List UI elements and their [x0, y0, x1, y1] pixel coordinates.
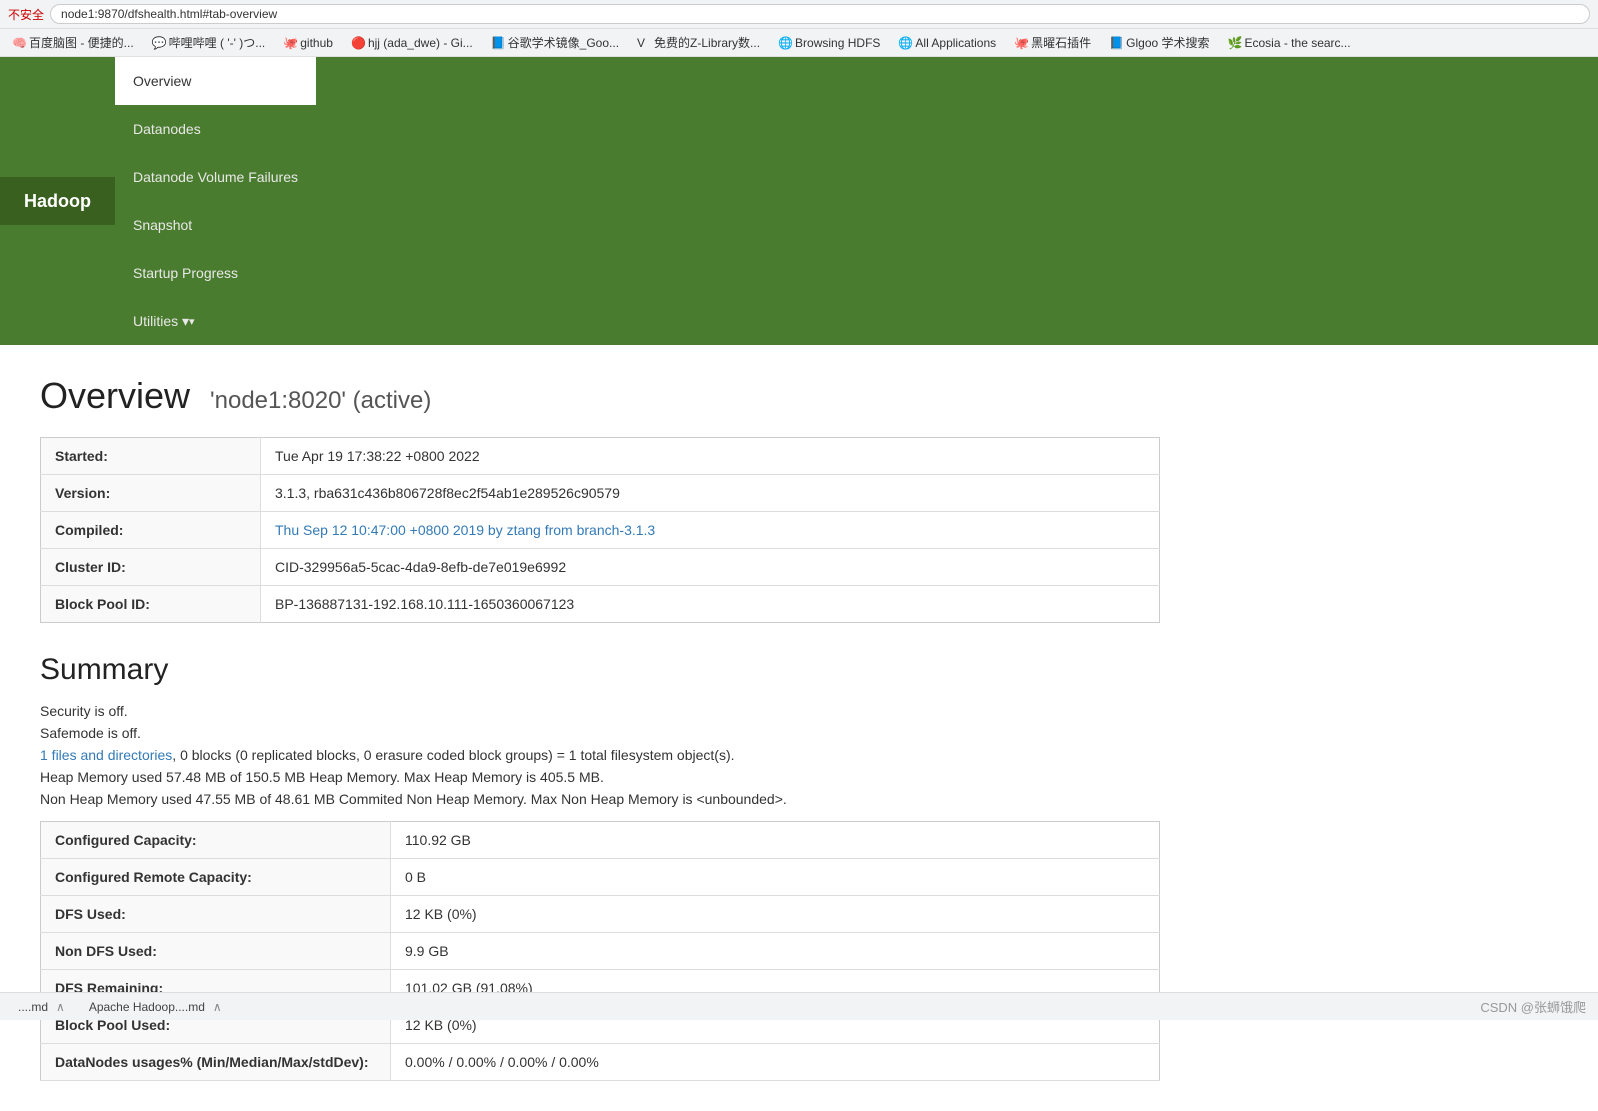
bookmark-label: 哔哩哔哩 ( '-' )つ...	[169, 34, 266, 51]
bookmark-item[interactable]: 🧠百度脑图 - 便捷的...	[8, 32, 138, 53]
bookmark-item[interactable]: 💬哔哩哔哩 ( '-' )つ...	[148, 32, 270, 53]
bookmark-label: 免费的Z-Library数...	[654, 34, 760, 51]
info-value: Tue Apr 19 17:38:22 +0800 2022	[261, 438, 1160, 475]
bookmark-icon: 🌐	[898, 36, 912, 50]
bookmark-label: Glgoo 学术搜索	[1126, 34, 1209, 51]
info-row: Started:Tue Apr 19 17:38:22 +0800 2022	[41, 438, 1160, 475]
bottom-tab[interactable]: Apache Hadoop....md ∧	[83, 998, 228, 1016]
info-label: Version:	[41, 475, 261, 512]
summary-value: 12 KB (0%)	[391, 896, 1160, 933]
bookmark-icon: 📘	[1109, 36, 1123, 50]
summary-label: DataNodes usages% (Min/Median/Max/stdDev…	[41, 1044, 391, 1081]
bottom-tabs: ....md ∧ Apache Hadoop....md ∧	[12, 998, 228, 1016]
info-label: Started:	[41, 438, 261, 475]
info-link[interactable]: Thu Sep 12 10:47:00 +0800 2019 by ztang …	[275, 522, 655, 538]
bookmark-icon: 🔴	[351, 36, 365, 50]
summary-value: 9.9 GB	[391, 933, 1160, 970]
bookmark-item[interactable]: 🌐All Applications	[894, 34, 1000, 52]
bookmark-label: hjj (ada_dwe) - Gi...	[368, 36, 473, 50]
bookmark-label: All Applications	[915, 36, 996, 50]
summary-value: 110.92 GB	[391, 822, 1160, 859]
bookmark-icon: 🌿	[1228, 36, 1242, 50]
bookmark-icon: V	[637, 36, 651, 50]
nav-item-utilities[interactable]: Utilities ▾	[115, 297, 316, 345]
bottom-right-text: CSDN @张蛳饿爬	[1480, 997, 1586, 1016]
summary-row: Configured Capacity:110.92 GB	[41, 822, 1160, 859]
nav-items: OverviewDatanodesDatanode Volume Failure…	[115, 57, 316, 345]
bookmarks-bar: 🧠百度脑图 - 便捷的...💬哔哩哔哩 ( '-' )つ...🐙github🔴h…	[0, 29, 1598, 57]
info-label: Cluster ID:	[41, 549, 261, 586]
bookmark-label: 谷歌学术镜像_Goo...	[508, 34, 619, 51]
bookmark-icon: 🧠	[12, 36, 26, 50]
info-row: Compiled: Thu Sep 12 10:47:00 +0800 2019 …	[41, 512, 1160, 549]
nav-item-snapshot[interactable]: Snapshot	[115, 201, 316, 249]
bookmark-item[interactable]: 📘Glgoo 学术搜索	[1105, 32, 1213, 53]
summary-label: Configured Capacity:	[41, 822, 391, 859]
bookmark-icon: 🐙	[283, 36, 297, 50]
bookmark-label: Browsing HDFS	[795, 36, 880, 50]
bottom-tab[interactable]: ....md ∧	[12, 998, 71, 1016]
summary-label: Non DFS Used:	[41, 933, 391, 970]
browser-bar: 不安全 node1:9870/dfshealth.html#tab-overvi…	[0, 0, 1598, 29]
info-value: BP-136887131-192.168.10.111-165036006712…	[261, 586, 1160, 623]
bookmark-label: github	[300, 36, 333, 50]
summary-link[interactable]: 1 files and directories	[40, 747, 172, 763]
summary-lines: Security is off. Safemode is off. 1 files …	[40, 703, 1160, 807]
page-title: Overview 'node1:8020' (active)	[40, 375, 1160, 417]
bookmark-label: 黑曜石插件	[1031, 34, 1091, 51]
tab-close-icon[interactable]: ∧	[213, 1000, 222, 1014]
tab-close-icon[interactable]: ∧	[56, 1000, 65, 1014]
summary-line: Safemode is off.	[40, 725, 1160, 741]
summary-line: 1 files and directories, 0 blocks (0 rep…	[40, 747, 1160, 763]
insecure-label: 不安全	[8, 6, 44, 23]
summary-label: Configured Remote Capacity:	[41, 859, 391, 896]
info-label: Compiled:	[41, 512, 261, 549]
bookmark-icon: 📘	[491, 36, 505, 50]
bookmark-label: Ecosia - the searc...	[1245, 36, 1351, 50]
bookmark-icon: 💬	[152, 36, 166, 50]
nav-item-datanodes[interactable]: Datanodes	[115, 105, 316, 153]
page-subtitle: 'node1:8020' (active)	[210, 387, 431, 414]
summary-row: Configured Remote Capacity:0 B	[41, 859, 1160, 896]
summary-row: DFS Used:12 KB (0%)	[41, 896, 1160, 933]
bookmark-icon: 🐙	[1014, 36, 1028, 50]
bookmark-icon: 🌐	[778, 36, 792, 50]
summary-value: 0 B	[391, 859, 1160, 896]
info-table: Started:Tue Apr 19 17:38:22 +0800 2022Ve…	[40, 437, 1160, 623]
summary-row: DataNodes usages% (Min/Median/Max/stdDev…	[41, 1044, 1160, 1081]
nav-item-datanode-volume-failures[interactable]: Datanode Volume Failures	[115, 153, 316, 201]
bookmark-item[interactable]: 🐙黑曜石插件	[1010, 32, 1095, 53]
summary-line: Non Heap Memory used 47.55 MB of 48.61 M…	[40, 791, 1160, 807]
main-nav: Hadoop OverviewDatanodesDatanode Volume …	[0, 57, 1598, 345]
tab-label: ....md	[18, 1000, 48, 1014]
bookmark-item[interactable]: 📘谷歌学术镜像_Goo...	[487, 32, 623, 53]
info-value: CID-329956a5-5cac-4da9-8efb-de7e019e6992	[261, 549, 1160, 586]
summary-line: Security is off.	[40, 703, 1160, 719]
bookmark-item[interactable]: V免费的Z-Library数...	[633, 32, 764, 53]
bookmark-item[interactable]: 🐙github	[279, 34, 337, 52]
summary-label: DFS Used:	[41, 896, 391, 933]
info-row: Version:3.1.3, rba631c436b806728f8ec2f54…	[41, 475, 1160, 512]
nav-item-startup-progress[interactable]: Startup Progress	[115, 249, 316, 297]
bottom-bar: ....md ∧ Apache Hadoop....md ∧ CSDN @张蛳饿爬	[0, 992, 1598, 1020]
info-value: 3.1.3, rba631c436b806728f8ec2f54ab1e2895…	[261, 475, 1160, 512]
nav-item-overview[interactable]: Overview	[115, 57, 316, 105]
summary-table: Configured Capacity:110.92 GBConfigured …	[40, 821, 1160, 1081]
bookmark-item[interactable]: 🌐Browsing HDFS	[774, 34, 884, 52]
summary-line: Heap Memory used 57.48 MB of 150.5 MB He…	[40, 769, 1160, 785]
tab-label: Apache Hadoop....md	[89, 1000, 205, 1014]
info-row: Cluster ID:CID-329956a5-5cac-4da9-8efb-d…	[41, 549, 1160, 586]
info-label: Block Pool ID:	[41, 586, 261, 623]
info-value: Thu Sep 12 10:47:00 +0800 2019 by ztang …	[261, 512, 1160, 549]
summary-row: Non DFS Used:9.9 GB	[41, 933, 1160, 970]
info-row: Block Pool ID:BP-136887131-192.168.10.11…	[41, 586, 1160, 623]
nav-brand: Hadoop	[0, 177, 115, 225]
bookmark-item[interactable]: 🌿Ecosia - the searc...	[1224, 34, 1355, 52]
summary-title: Summary	[40, 653, 1160, 687]
url-bar[interactable]: node1:9870/dfshealth.html#tab-overview	[50, 4, 1590, 24]
bookmark-label: 百度脑图 - 便捷的...	[29, 34, 134, 51]
bookmark-item[interactable]: 🔴hjj (ada_dwe) - Gi...	[347, 34, 477, 52]
summary-value: 0.00% / 0.00% / 0.00% / 0.00%	[391, 1044, 1160, 1081]
